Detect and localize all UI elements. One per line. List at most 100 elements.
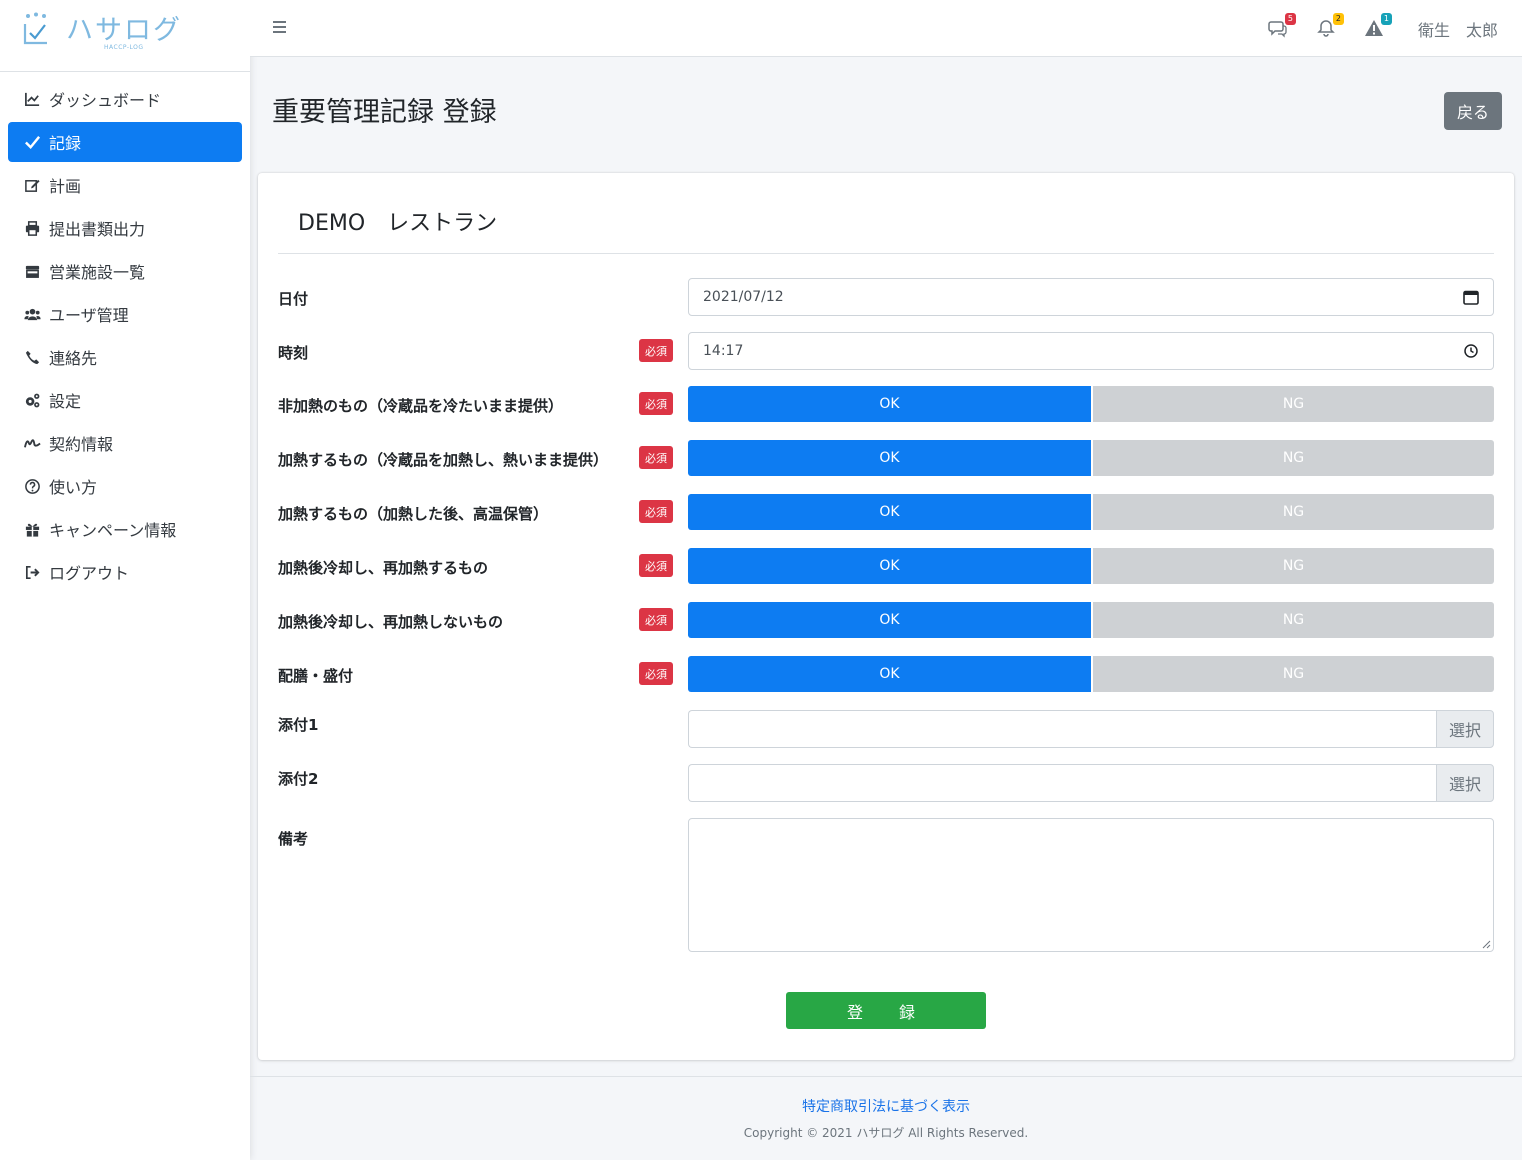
- ok-ng-toggle: OK NG: [688, 548, 1494, 584]
- sidebar-item[interactable]: 使い方: [8, 466, 242, 506]
- back-button[interactable]: 戻る: [1444, 92, 1502, 130]
- sidebar-item[interactable]: 計画: [8, 165, 242, 205]
- check-row: 非加熱のもの（冷蔵品を冷たいまま提供） 必須 OK NG: [278, 386, 1494, 422]
- ng-button[interactable]: NG: [1091, 494, 1494, 530]
- user-name[interactable]: 衛生 太郎: [1418, 17, 1498, 41]
- sign-out-icon: [24, 563, 46, 581]
- check-label: 加熱するもの（冷蔵品を加熱し、熱いまま提供）: [278, 451, 609, 469]
- ng-button[interactable]: NG: [1091, 548, 1494, 584]
- remarks-row: 備考: [278, 818, 1494, 952]
- file-name-field[interactable]: [688, 710, 1436, 748]
- ng-button[interactable]: NG: [1091, 440, 1494, 476]
- clock-icon[interactable]: [1463, 343, 1479, 359]
- time-value: 14:17: [703, 343, 744, 359]
- attachment-label: 添付1: [278, 716, 319, 734]
- check-label: 配膳・盛付: [278, 667, 354, 685]
- check-row: 配膳・盛付 必須 OK NG: [278, 656, 1494, 692]
- required-badge: 必須: [639, 662, 673, 685]
- sidebar-item[interactable]: ユーザ管理: [8, 294, 242, 334]
- signature-icon: [24, 434, 46, 452]
- sidebar-item-label: 契約情報: [49, 435, 114, 454]
- check-row: 加熱するもの（冷蔵品を加熱し、熱いまま提供） 必須 OK NG: [278, 440, 1494, 476]
- sidebar-item-label: 連絡先: [49, 349, 98, 368]
- sidebar-item[interactable]: 提出書類出力: [8, 208, 242, 248]
- ok-button[interactable]: OK: [688, 602, 1091, 638]
- check-label: 加熱するもの（加熱した後、高温保管）: [278, 505, 549, 523]
- logo-check-icon: [23, 12, 47, 45]
- required-badge: 必須: [639, 446, 673, 469]
- brand[interactable]: ハサログ HACCP-LOG: [0, 0, 250, 72]
- remarks-textarea[interactable]: [688, 818, 1494, 952]
- check-label: 非加熱のもの（冷蔵品を冷たいまま提供）: [278, 397, 564, 415]
- ok-button[interactable]: OK: [688, 440, 1091, 476]
- date-row: 日付 2021/07/12: [278, 278, 1494, 316]
- sidebar-item[interactable]: 契約情報: [8, 423, 242, 463]
- date-label: 日付: [278, 290, 309, 308]
- notifications-badge: 2: [1332, 12, 1344, 25]
- sidebar-item-label: キャンペーン情報: [49, 521, 177, 540]
- attachment-file-input[interactable]: 選択: [688, 764, 1494, 802]
- ok-ng-toggle: OK NG: [688, 494, 1494, 530]
- attachment-row: 添付2 選択: [278, 764, 1494, 802]
- required-badge: 必須: [639, 339, 673, 362]
- attachment-file-input[interactable]: 選択: [688, 710, 1494, 748]
- facility-name: DEMO レストラン: [298, 211, 498, 236]
- time-row: 時刻 必須 14:17: [278, 332, 1494, 370]
- ng-button[interactable]: NG: [1091, 656, 1494, 692]
- attachment-row: 添付1 選択: [278, 710, 1494, 748]
- question-circle-icon: [24, 477, 46, 495]
- resize-grip-icon[interactable]: [1482, 940, 1491, 949]
- ok-ng-toggle: OK NG: [688, 440, 1494, 476]
- ok-button[interactable]: OK: [688, 656, 1091, 692]
- cogs-icon: [24, 391, 46, 409]
- sidebar-item[interactable]: 営業施設一覧: [8, 251, 242, 291]
- attachment-label: 添付2: [278, 770, 319, 788]
- file-name-field[interactable]: [688, 764, 1436, 802]
- sidebar: ハサログ HACCP-LOG ダッシュボード記録計画提出書類出力営業施設一覧ユー…: [0, 0, 250, 1160]
- check-row: 加熱後冷却し、再加熱しないもの 必須 OK NG: [278, 602, 1494, 638]
- copyright: Copyright © 2021 ハサログ All Rights Reserve…: [743, 1126, 1029, 1140]
- check-label: 加熱後冷却し、再加熱しないもの: [278, 613, 504, 631]
- required-badge: 必須: [639, 554, 673, 577]
- sidebar-item-label: 計画: [49, 177, 82, 196]
- date-input[interactable]: 2021/07/12: [688, 278, 1494, 316]
- brand-name: ハサログ: [66, 15, 182, 46]
- file-select-button[interactable]: 選択: [1436, 764, 1494, 802]
- chart-line-icon: [24, 90, 46, 108]
- time-input[interactable]: 14:17: [688, 332, 1494, 370]
- calendar-icon[interactable]: [1463, 289, 1479, 305]
- ng-button[interactable]: NG: [1091, 386, 1494, 422]
- file-select-button[interactable]: 選択: [1436, 710, 1494, 748]
- time-label: 時刻: [278, 344, 309, 362]
- hamburger-menu-icon[interactable]: [272, 18, 290, 36]
- store-icon: [24, 262, 46, 280]
- sidebar-item-label: 設定: [49, 392, 82, 411]
- submit-button[interactable]: 登 録: [786, 992, 986, 1029]
- required-badge: 必須: [639, 500, 673, 523]
- remarks-label: 備考: [278, 830, 309, 848]
- legal-notice-link[interactable]: 特定商取引法に基づく表示: [250, 1096, 1522, 1116]
- ok-button[interactable]: OK: [688, 386, 1091, 422]
- sidebar-item[interactable]: 設定: [8, 380, 242, 420]
- ok-button[interactable]: OK: [688, 494, 1091, 530]
- messages-button[interactable]: 5: [1268, 12, 1296, 40]
- sidebar-item-label: 営業施設一覧: [49, 263, 146, 282]
- notifications-button[interactable]: 2: [1316, 12, 1344, 40]
- sidebar-item[interactable]: ログアウト: [8, 552, 242, 592]
- sidebar-item-label: ダッシュボード: [49, 91, 162, 110]
- sidebar-item[interactable]: 連絡先: [8, 337, 242, 377]
- sidebar-item[interactable]: 記録: [8, 122, 242, 162]
- ok-button[interactable]: OK: [688, 548, 1091, 584]
- ok-ng-toggle: OK NG: [688, 656, 1494, 692]
- topbar-right: 5 2 1 衛生 太郎: [1268, 0, 1498, 57]
- print-icon: [24, 219, 46, 237]
- ok-ng-toggle: OK NG: [688, 386, 1494, 422]
- ng-button[interactable]: NG: [1091, 602, 1494, 638]
- users-icon: [24, 305, 46, 323]
- phone-icon: [24, 348, 46, 366]
- alerts-button[interactable]: 1: [1364, 12, 1392, 40]
- sidebar-item-label: 使い方: [49, 478, 98, 497]
- sidebar-item[interactable]: ダッシュボード: [8, 79, 242, 119]
- sidebar-item[interactable]: キャンペーン情報: [8, 509, 242, 549]
- sidebar-nav: ダッシュボード記録計画提出書類出力営業施設一覧ユーザ管理連絡先設定契約情報使い方…: [0, 72, 250, 592]
